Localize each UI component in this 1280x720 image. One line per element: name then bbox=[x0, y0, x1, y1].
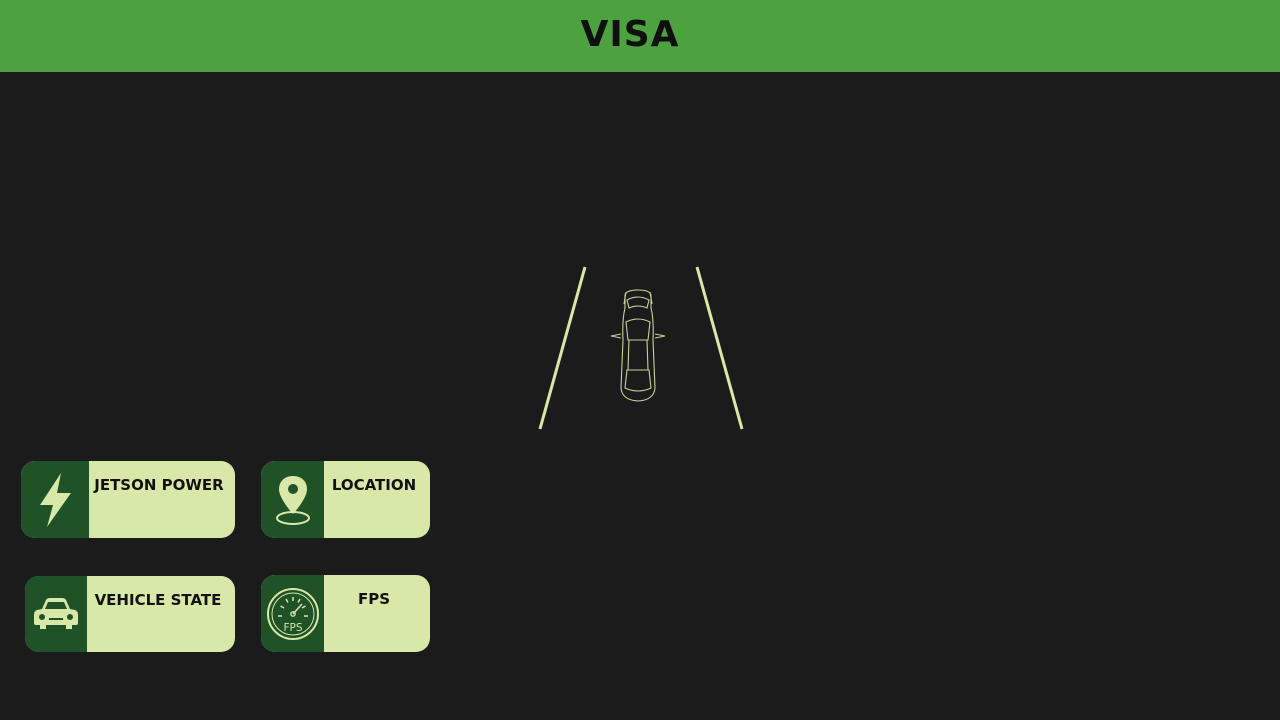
left-lane-line bbox=[538, 266, 587, 430]
app-title: VISA bbox=[580, 14, 680, 55]
vehicle-state-icon-panel bbox=[25, 576, 87, 652]
jetson-power-label: JETSON POWER bbox=[94, 476, 224, 494]
location-pin-icon bbox=[275, 475, 310, 525]
vehicle-state-card: VEHICLE STATE bbox=[25, 576, 235, 652]
fps-icon-panel: FPS bbox=[261, 575, 324, 652]
location-card: LOCATION bbox=[261, 461, 430, 538]
fps-icon-text: FPS bbox=[283, 622, 302, 634]
vehicle-state-label: VEHICLE STATE bbox=[94, 591, 222, 609]
car-front-icon bbox=[34, 598, 78, 629]
fps-card: FPS FPS bbox=[261, 575, 430, 652]
jetson-power-card: JETSON POWER bbox=[21, 461, 235, 538]
location-label: LOCATION bbox=[331, 476, 417, 494]
fps-label: FPS bbox=[357, 590, 391, 608]
right-lane-line bbox=[695, 266, 744, 430]
lane-visualization bbox=[538, 266, 744, 430]
lightning-bolt-icon bbox=[40, 472, 71, 527]
jetson-power-icon-panel bbox=[21, 461, 89, 538]
speedometer-fps-icon: FPS bbox=[266, 587, 319, 640]
car-top-view-icon bbox=[610, 289, 666, 402]
header-bar: VISA bbox=[0, 0, 1280, 72]
location-icon-panel bbox=[261, 461, 324, 538]
